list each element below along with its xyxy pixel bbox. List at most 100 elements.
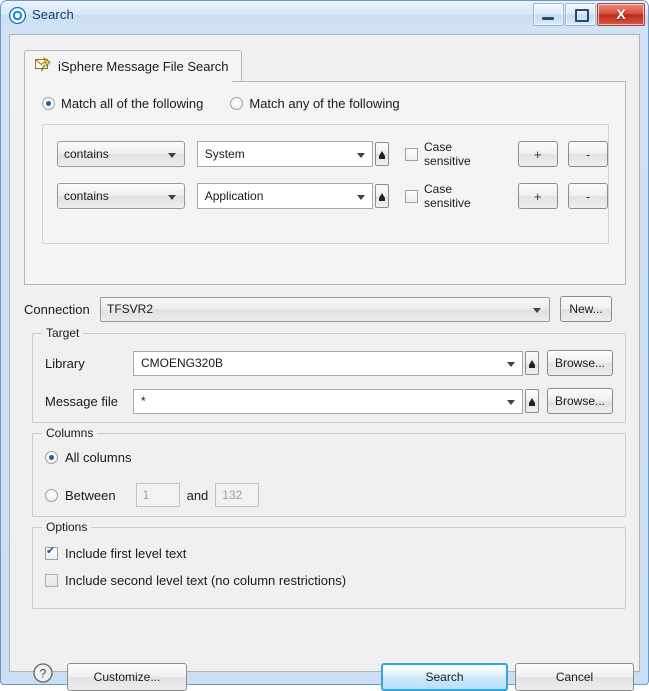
new-connection-label: New... [569,302,603,316]
all-columns-row: All columns [45,450,131,465]
tab-isphere-message-file-search[interactable]: iSphere Message File Search [24,50,242,81]
library-browse-button[interactable]: Browse... [547,350,613,376]
target-group: Target Library CMOENG320B Browse... Mess… [32,326,626,423]
chevron-down-icon [533,307,541,313]
case-sensitive-label-1: Case sensitive [424,140,471,168]
criteria-operator-value-2: contains [64,189,109,203]
target-legend: Target [42,326,84,340]
library-value: CMOENG320B [141,356,224,370]
tab-content-panel: Match all of the following Match any of … [24,81,626,285]
remove-criteria-label-1: - [586,146,591,162]
connection-row: Connection TFSVR2 New... [24,296,626,322]
criteria-operator-combo-2[interactable]: contains [57,183,185,209]
connection-label: Connection [24,301,90,317]
chevron-down-icon [357,153,366,158]
chevron-down-icon [357,195,366,200]
criteria-value-combo-1[interactable]: System [196,141,374,167]
new-connection-button[interactable]: New... [560,296,612,322]
message-file-row: Message file * Browse... [45,388,613,414]
search-dialog-window: Search X iSphere Message File Search Mat… [0,0,649,691]
dialog-content: iSphere Message File Search Match all of… [9,34,640,691]
chevron-down-icon [167,153,176,158]
tab-join-cover [25,80,232,82]
criteria-value-combo-2[interactable]: Application [196,183,374,209]
search-button[interactable]: Search [381,663,508,691]
cancel-button[interactable]: Cancel [515,663,634,691]
message-file-label: Message file [45,393,118,409]
close-icon: X [616,6,626,22]
criteria-row: contains Application Case sensitive + - [57,182,608,210]
title-bar[interactable]: Search X [1,1,648,30]
message-file-value: * [141,394,146,408]
criteria-value-2: Application [204,189,264,203]
second-level-text-row: Include second level text (no column res… [45,573,346,588]
connection-combo[interactable]: TFSVR2 [100,296,550,322]
between-label: Between [65,487,116,503]
maximize-button[interactable] [565,3,596,26]
connection-value: TFSVR2 [107,302,154,316]
criteria-value-1: System [204,147,245,161]
cancel-label: Cancel [555,670,594,684]
library-combo[interactable]: CMOENG320B [133,350,523,376]
all-columns-label: All columns [65,450,132,465]
criteria-operator-value-1: contains [64,147,109,161]
columns-from-input[interactable]: 1 [135,483,180,507]
add-criteria-button-1[interactable]: + [517,141,558,167]
options-group: Options Include first level text Include… [32,520,626,609]
library-prompt-button[interactable] [525,351,539,375]
message-file-prompt-button[interactable] [525,389,539,413]
add-criteria-label-2: + [533,188,542,204]
message-file-search-icon [35,56,51,76]
customize-button[interactable]: Customize... [67,663,187,691]
criteria-prompt-button-2[interactable] [375,184,390,208]
svg-text:?: ? [40,667,47,681]
radio-match-any[interactable] [230,97,244,110]
message-file-browse-button[interactable]: Browse... [547,388,613,414]
second-level-text-label: Include second level text (no column res… [65,573,347,588]
checkbox-case-sensitive-2[interactable] [405,189,419,203]
window-title: Search [32,7,74,22]
columns-group: Columns All columns Between 1 and 132 [32,426,626,517]
close-button[interactable]: X [597,3,645,26]
window-controls: X [533,3,645,26]
chevron-down-icon [167,195,176,200]
chevron-down-icon [507,361,515,367]
criteria-prompt-button-1[interactable] [375,142,390,166]
checkbox-case-sensitive-1[interactable] [405,147,419,161]
criteria-operator-combo-1[interactable]: contains [57,141,185,167]
chevron-down-icon [507,399,515,405]
customize-label: Customize... [93,670,161,684]
minimize-button[interactable] [533,3,564,26]
criteria-row: contains System Case sensitive + - [57,140,608,168]
radio-between-columns[interactable] [45,488,58,502]
case-sensitive-wrap-2: Case sensitive [405,182,501,210]
criteria-frame: contains System Case sensitive + - conta… [42,124,609,244]
library-label: Library [45,355,85,371]
remove-criteria-button-2[interactable]: - [568,183,608,209]
tab-strip: iSphere Message File Search [24,50,626,82]
columns-legend: Columns [42,426,98,440]
message-file-combo[interactable]: * [133,388,523,414]
help-icon[interactable]: ? [32,662,54,684]
library-row: Library CMOENG320B Browse... [45,350,613,376]
tab-label: iSphere Message File Search [58,58,229,74]
add-criteria-button-2[interactable]: + [517,183,558,209]
isphere-logo-icon [9,7,26,24]
first-level-text-label: Include first level text [65,546,187,561]
case-sensitive-wrap-1: Case sensitive [405,140,501,168]
search-label: Search [425,670,464,684]
add-criteria-label-1: + [533,146,542,162]
message-file-browse-label: Browse... [554,394,605,408]
between-columns-row: Between 1 and 132 [45,483,260,507]
columns-to-input[interactable]: 132 [215,483,260,507]
radio-match-all[interactable] [42,97,55,110]
match-mode-group: Match all of the following Match any of … [42,96,400,111]
remove-criteria-button-1[interactable]: - [568,141,608,167]
options-legend: Options [42,520,92,534]
checkbox-include-second-level-text[interactable] [45,574,58,587]
radio-all-columns[interactable] [45,451,58,464]
checkbox-include-first-level-text[interactable] [45,545,58,560]
radio-match-any-label: Match any of the following [249,96,400,111]
remove-criteria-label-2: - [586,188,591,204]
and-label: and [186,487,209,503]
